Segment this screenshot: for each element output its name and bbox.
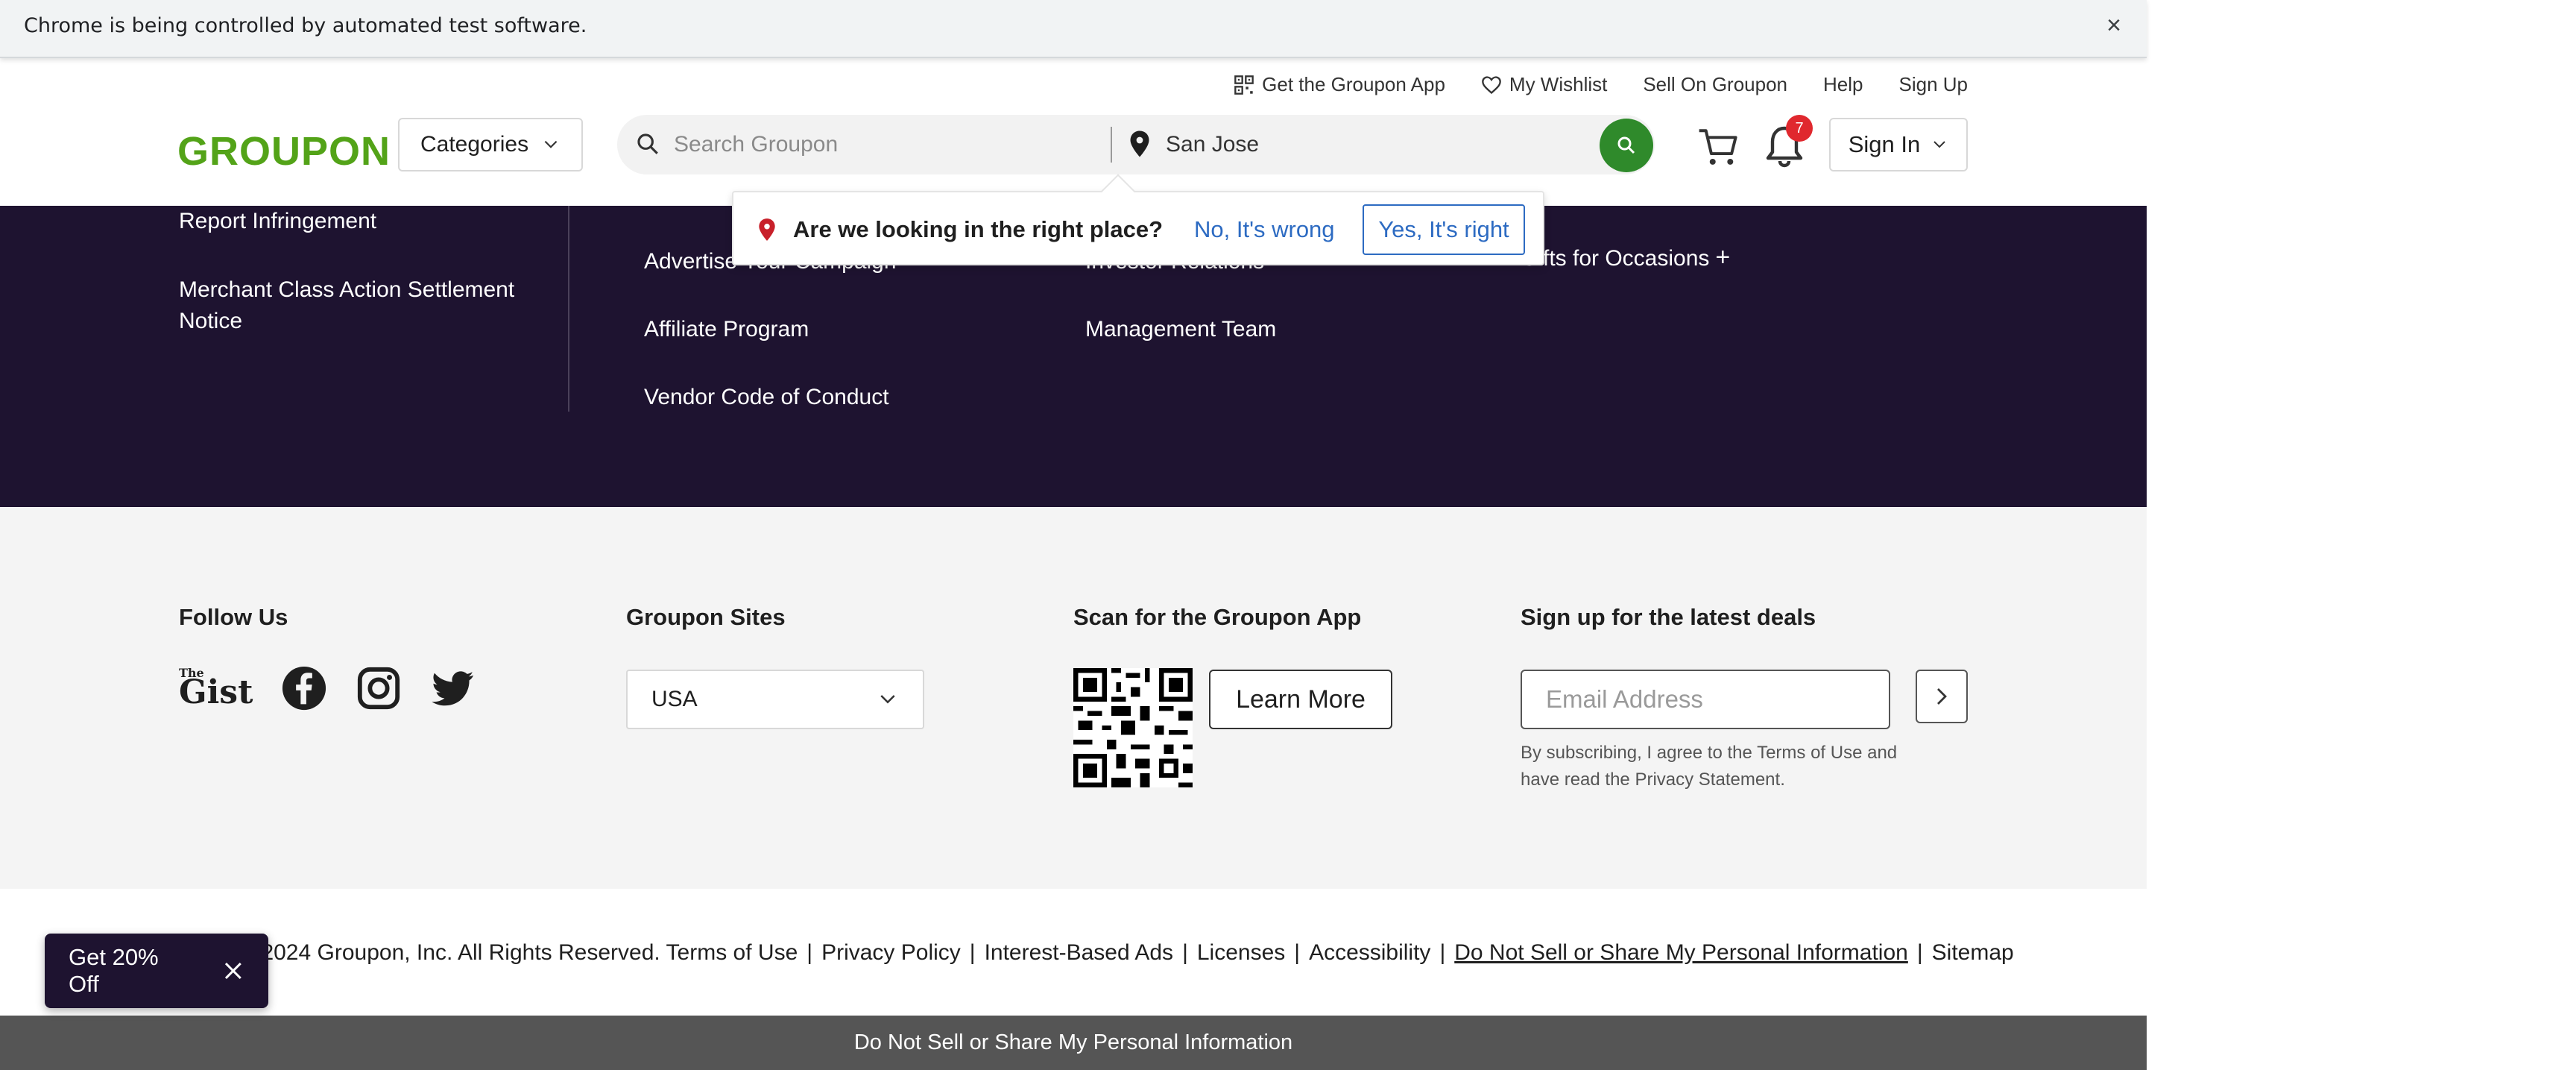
location-pin-icon (1130, 130, 1149, 157)
privacy-bar[interactable]: Do Not Sell or Share My Personal Informa… (0, 1016, 2147, 1070)
automation-banner: Chrome is being controlled by automated … (0, 0, 2147, 58)
location-pin-icon (759, 218, 775, 241)
learn-more-button[interactable]: Learn More (1209, 670, 1392, 729)
wishlist-label: My Wishlist (1509, 73, 1608, 95)
notification-badge: 7 (1786, 115, 1813, 142)
separator: | (806, 940, 813, 965)
close-icon[interactable]: × (2099, 10, 2129, 40)
chevron-down-icon (1933, 141, 1945, 148)
facebook-icon[interactable] (281, 665, 327, 711)
licenses-link[interactable]: Licenses (1197, 940, 1285, 965)
cart-icon[interactable] (1696, 125, 1740, 169)
footer-divider (568, 206, 569, 412)
automation-banner-text: Chrome is being controlled by automated … (24, 14, 587, 37)
qr-code-icon (1073, 668, 1193, 787)
popup-question: Are we looking in the right place? (793, 216, 1164, 242)
interest-based-ads-link[interactable]: Interest-Based Ads (985, 940, 1173, 965)
site-header: Get the Groupon App My Wishlist Sell On … (0, 58, 2147, 206)
location-wrong-button[interactable]: No, It's wrong (1194, 216, 1335, 243)
groupon-sites-heading: Groupon Sites (626, 604, 786, 630)
categories-label: Categories (420, 132, 529, 157)
location-confirm-popup: Are we looking in the right place? No, I… (732, 174, 1544, 265)
country-select[interactable]: USA (626, 670, 924, 729)
promo-toast[interactable]: Get 20% Off (45, 934, 268, 1008)
groupon-logo[interactable]: GROUPON (177, 128, 391, 174)
signup-heading: Sign up for the latest deals (1521, 604, 1816, 630)
utility-nav: Get the Groupon App My Wishlist Sell On … (1234, 73, 1968, 96)
notifications-button[interactable]: 7 (1761, 115, 1813, 170)
location-input[interactable] (1166, 115, 1553, 174)
promo-label: Get 20% Off (69, 944, 159, 997)
plus-icon: + (1715, 243, 1731, 271)
chevron-down-icon (880, 695, 895, 704)
sell-on-groupon-link[interactable]: Sell On Groupon (1643, 73, 1787, 96)
privacy-policy-link[interactable]: Privacy Policy (821, 940, 961, 965)
subscribe-note: By subscribing, I agree to the Terms of … (1521, 743, 1898, 790)
search-input[interactable] (674, 115, 1121, 174)
report-infringement-link[interactable]: Report Infringement (179, 206, 376, 237)
separator: | (1916, 940, 1923, 965)
search-button[interactable] (1600, 119, 1653, 172)
gist-word-text: Gist (179, 673, 253, 711)
copyright-text: © 2024 Groupon, Inc. All Rights Reserved… (239, 940, 660, 965)
search-bar (617, 115, 1655, 174)
qr-code-icon (1234, 75, 1254, 95)
follow-us-heading: Follow Us (179, 604, 288, 630)
sign-in-button[interactable]: Sign In (1829, 118, 1968, 171)
privacy-bar-label: Do Not Sell or Share My Personal Informa… (853, 1030, 1293, 1054)
blank-area (2147, 0, 2576, 1070)
separator: | (969, 940, 976, 965)
do-not-sell-link[interactable]: Do Not Sell or Share My Personal Informa… (1454, 940, 1908, 965)
affiliate-program-link[interactable]: Affiliate Program (644, 314, 809, 345)
wishlist-link[interactable]: My Wishlist (1481, 73, 1607, 96)
search-icon (1617, 136, 1635, 154)
sign-up-link[interactable]: Sign Up (1899, 73, 1969, 96)
terms-link[interactable]: Terms of Use (666, 940, 798, 965)
gifts-for-occasions-link[interactable]: Gifts for Occasions + (1521, 242, 1730, 274)
vendor-code-link[interactable]: Vendor Code of Conduct (644, 382, 889, 413)
gifts-for-occasions-label: Gifts for Occasions (1521, 246, 1710, 271)
merchant-settlement-link[interactable]: Merchant Class Action Settlement Notice (179, 274, 566, 337)
email-field[interactable] (1521, 670, 1890, 729)
sitemap-link[interactable]: Sitemap (1932, 940, 2014, 965)
accessibility-link[interactable]: Accessibility (1309, 940, 1430, 965)
get-app-label: Get the Groupon App (1262, 73, 1445, 95)
help-link[interactable]: Help (1823, 73, 1863, 96)
close-icon[interactable] (222, 960, 244, 982)
separator: | (1182, 940, 1188, 965)
scan-app-heading: Scan for the Groupon App (1073, 604, 1362, 630)
categories-dropdown[interactable]: Categories (398, 118, 583, 171)
country-selected: USA (651, 687, 698, 711)
separator: | (1439, 940, 1446, 965)
legal-links: © 2024 Groupon, Inc. All Rights Reserved… (239, 940, 2014, 966)
location-right-button[interactable]: Yes, It's right (1363, 204, 1525, 255)
email-submit-button[interactable] (1916, 670, 1968, 723)
search-divider (1111, 127, 1112, 163)
light-footer: Follow Us The Gist Groupon Sites USA Sca… (0, 507, 2147, 889)
sign-in-label: Sign In (1848, 131, 1921, 157)
chevron-right-icon (1937, 688, 1947, 705)
social-links: The Gist (179, 665, 476, 711)
management-team-link[interactable]: Management Team (1085, 314, 1276, 345)
get-app-link[interactable]: Get the Groupon App (1234, 73, 1445, 96)
search-icon (637, 133, 658, 154)
the-gist-link[interactable]: The Gist (179, 667, 253, 709)
heart-icon (1482, 75, 1501, 94)
separator: | (1294, 940, 1301, 965)
instagram-icon[interactable] (356, 665, 402, 711)
chevron-down-icon (544, 140, 558, 148)
twitter-icon[interactable] (430, 665, 476, 711)
